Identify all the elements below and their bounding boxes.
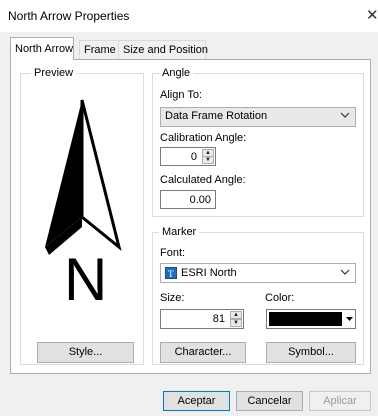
north-letter: N bbox=[64, 246, 108, 313]
font-icon: T bbox=[165, 267, 177, 279]
tab-strip: North Arrow Frame Size and Position bbox=[10, 37, 368, 60]
color-picker[interactable] bbox=[266, 309, 356, 329]
size-stepper[interactable]: 81 ▲ ▼ bbox=[160, 309, 244, 329]
stepper-down-icon[interactable]: ▼ bbox=[230, 319, 242, 327]
angle-legend: Angle bbox=[159, 67, 194, 79]
marker-legend: Marker bbox=[159, 226, 200, 238]
tab-label: Size and Position bbox=[123, 44, 208, 56]
tab-label: North Arrow bbox=[15, 43, 74, 55]
svg-text:T: T bbox=[168, 269, 174, 278]
calibration-angle-value: 0 bbox=[190, 151, 197, 163]
stepper-buttons: ▲ ▼ bbox=[202, 149, 214, 164]
calibration-angle-label: Calibration Angle: bbox=[160, 132, 247, 144]
close-icon[interactable]: ✕ bbox=[366, 6, 378, 24]
align-to-select[interactable]: Data Frame Rotation bbox=[160, 107, 356, 127]
stepper-buttons: ▲ ▼ bbox=[230, 311, 242, 327]
apply-button[interactable]: Aplicar bbox=[309, 391, 371, 411]
preview-legend: Preview bbox=[31, 67, 77, 79]
align-to-value: Data Frame Rotation bbox=[165, 110, 268, 122]
symbol-button[interactable]: Symbol... bbox=[266, 342, 356, 363]
calculated-angle-label: Calculated Angle: bbox=[160, 174, 246, 186]
character-button[interactable]: Character... bbox=[160, 342, 246, 363]
tab-label: Frame bbox=[84, 44, 116, 56]
size-value: 81 bbox=[212, 313, 225, 325]
color-label: Color: bbox=[265, 292, 295, 304]
window-title: North Arrow Properties bbox=[8, 9, 130, 23]
font-label: Font: bbox=[160, 247, 186, 259]
color-swatch bbox=[269, 312, 342, 326]
align-to-label: Align To: bbox=[160, 89, 202, 101]
chevron-down-icon bbox=[340, 267, 350, 280]
font-value: ESRI North bbox=[181, 267, 237, 279]
chevron-down-icon bbox=[345, 312, 354, 326]
cancel-button[interactable]: Cancelar bbox=[236, 391, 303, 411]
stepper-down-icon[interactable]: ▼ bbox=[202, 156, 214, 164]
style-button[interactable]: Style... bbox=[37, 342, 134, 363]
calibration-angle-stepper[interactable]: 0 ▲ ▼ bbox=[160, 147, 216, 166]
font-select[interactable]: T ESRI North bbox=[160, 263, 356, 283]
size-label: Size: bbox=[160, 292, 185, 304]
chevron-down-icon bbox=[340, 110, 350, 123]
stepper-up-icon[interactable]: ▲ bbox=[230, 311, 242, 319]
tab-north-arrow[interactable]: North Arrow bbox=[10, 37, 74, 60]
tab-size-and-position[interactable]: Size and Position bbox=[118, 40, 208, 59]
ok-button[interactable]: Aceptar bbox=[163, 391, 230, 411]
calculated-angle-field: 0.00 bbox=[160, 190, 216, 209]
tab-frame[interactable]: Frame bbox=[79, 40, 119, 59]
